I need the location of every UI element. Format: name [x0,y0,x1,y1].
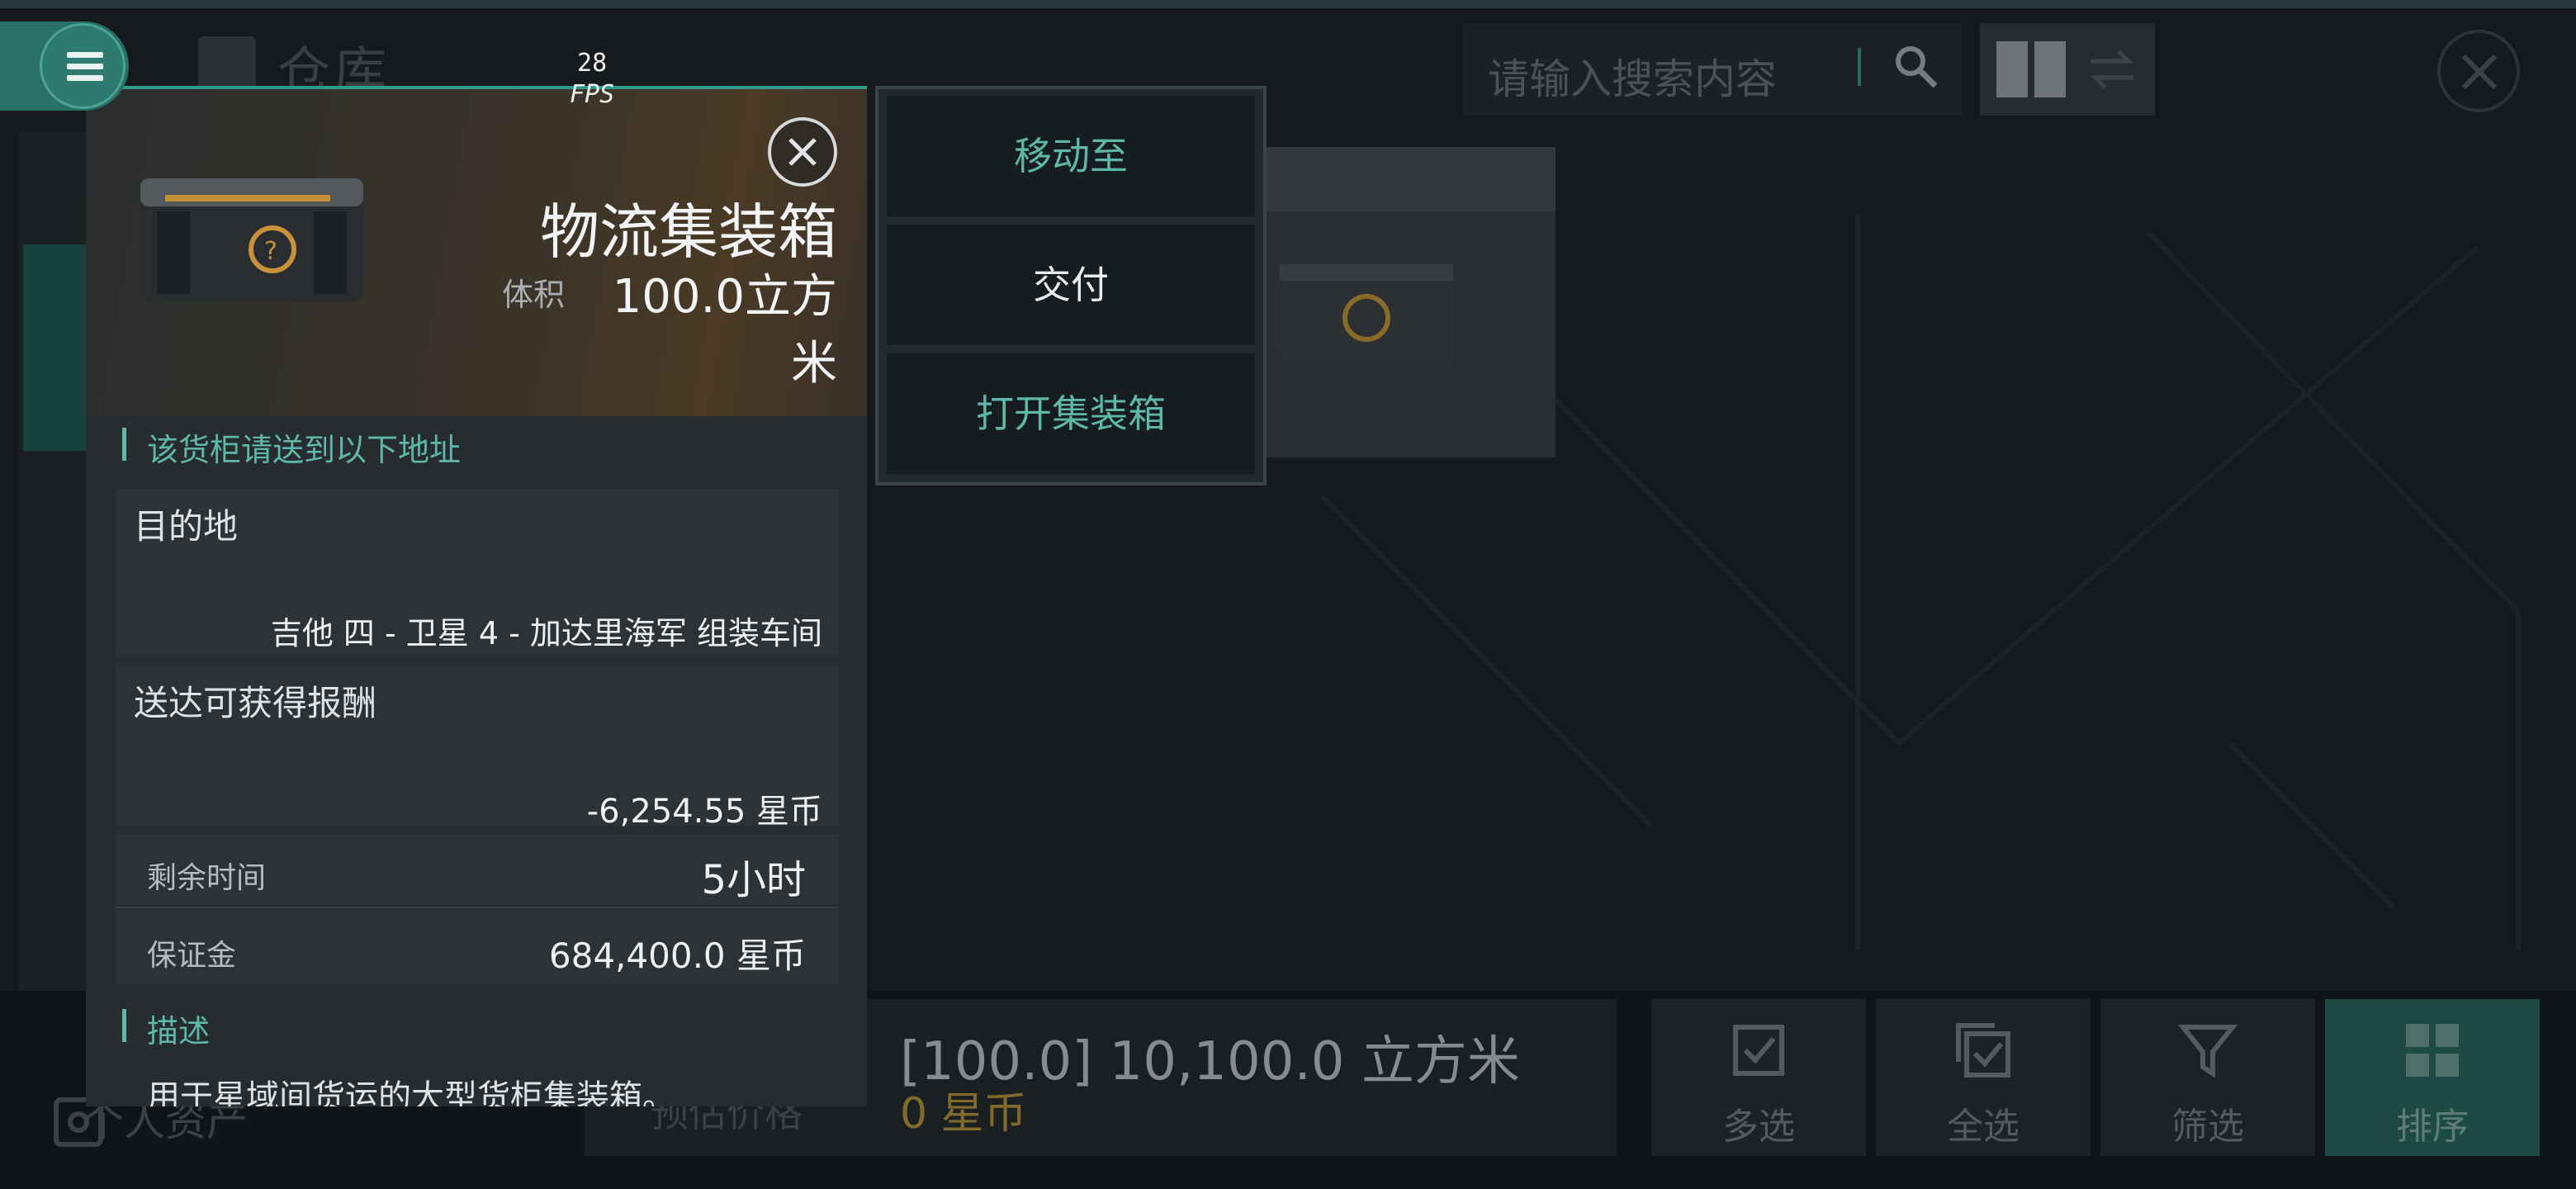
time-label: 剩余时间 [147,861,267,895]
filter-icon [2178,1025,2237,1078]
coin-total: 0 星币 [900,1089,1027,1139]
multi-select-label: 多选 [1722,1106,1795,1148]
description-text: 用于星域间货运的大型货柜集装箱。 [147,1078,675,1106]
close-icon [2461,54,2498,90]
main-menu-button[interactable] [40,23,125,109]
multi-select-button[interactable]: 多选 [1651,999,1866,1156]
sort-button[interactable]: 排序 [2325,999,2540,1156]
svg-text:?: ? [264,237,277,266]
destination-label: 目的地 [134,506,239,547]
reward-label: 送达可获得报酬 [134,683,377,723]
side-category-selected[interactable] [23,244,89,451]
volume-value: 100.0立方米 [612,270,837,391]
container-crate-icon [1280,264,1453,363]
search-caret [1858,48,1861,86]
close-icon [788,138,817,166]
open-container-button[interactable]: 打开集装箱 [887,353,1255,474]
swap-icon [2090,50,2134,89]
close-detail-button[interactable] [768,117,837,187]
select-all-icon [1956,1023,2010,1078]
filter-button[interactable]: 筛选 [2100,999,2315,1156]
destination-value[interactable]: 吉他 四 - 卫星 4 - 加达里海军 组装车间 [149,608,822,653]
deposit-value: 684,400.0 星币 [548,936,806,976]
select-all-label: 全选 [1947,1106,2020,1148]
close-warehouse-button[interactable] [2437,30,2520,112]
logistics-crate-image: ? [140,178,363,302]
move-to-button[interactable]: 移动至 [887,96,1255,216]
container-card-header [1255,147,1556,211]
checkbox-icon [1733,1025,1784,1076]
top-edge [0,0,2576,8]
filter-label: 筛选 [2171,1106,2244,1148]
item-name: 物流集装箱 [539,197,837,267]
search-placeholder: 请输入搜索内容 [1488,55,1777,103]
deposit-label: 保证金 [147,939,237,973]
reward-value: -6,254.55 星币 [586,793,822,831]
grid-view-icon [1996,41,2067,97]
search-icon[interactable] [1891,41,1940,91]
time-value: 5小时 [701,857,806,903]
description-section-title: 描述 [147,1013,211,1049]
fps-unit: FPS [570,80,615,109]
sort-label: 排序 [2396,1106,2469,1148]
select-all-button[interactable]: 全选 [1876,999,2091,1156]
fps-value: 28 [577,49,608,78]
deliver-button[interactable]: 交付 [887,225,1255,345]
address-section-title: 该货柜请送到以下地址 [147,432,462,468]
volume-label: 体积 [502,277,566,313]
section-marker [122,1009,126,1042]
fps-counter: 28 FPS [570,48,614,111]
panel-accent-line [86,86,867,89]
view-toggle-button[interactable] [1980,23,2155,116]
sort-grid-icon [2406,1024,2459,1077]
section-marker [122,428,126,461]
row-divider [116,907,839,908]
